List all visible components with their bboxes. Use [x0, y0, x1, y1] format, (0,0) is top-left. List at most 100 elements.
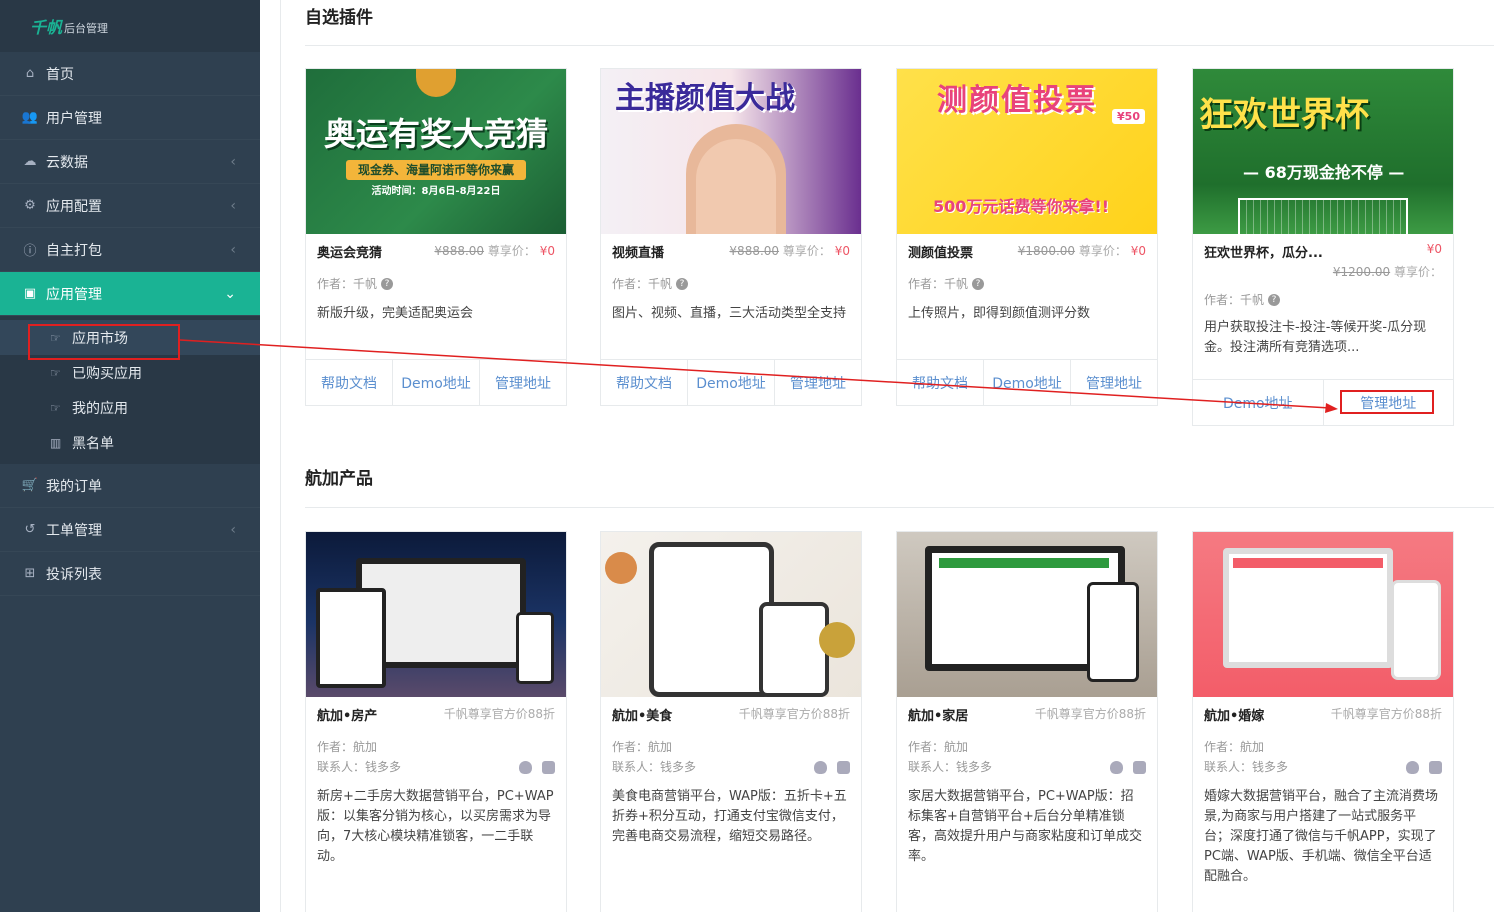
menu-tickets[interactable]: ↺ 工单管理 ‹: [0, 508, 260, 552]
product-author: 作者：航加: [908, 740, 969, 754]
plugin-author: 作者：千帆: [612, 277, 673, 291]
product-image[interactable]: [897, 532, 1157, 697]
menu-users[interactable]: 👥 用户管理: [0, 96, 260, 140]
vip-label: 尊享价：: [487, 244, 536, 258]
menu-label: 我的订单: [46, 478, 102, 495]
tablet-mockup: [316, 588, 386, 688]
submenu-label: 我的应用: [72, 400, 128, 417]
manage-link[interactable]: 管理地址: [1071, 360, 1157, 405]
portrait-face: [696, 139, 776, 234]
plugin-image-note: 活动时间：8月6日-8月22日: [371, 185, 501, 197]
submenu-app-market[interactable]: ☞ 应用市场: [0, 320, 260, 355]
manage-link[interactable]: 管理地址: [775, 360, 861, 405]
product-card: 航加•家居 千帆尊享官方价88折 作者：航加 联系人：钱多多 家居大数据营销平台，…: [896, 531, 1158, 912]
vip-label: 尊享价：: [1393, 265, 1442, 279]
vip-price: ¥0: [539, 244, 555, 258]
qq-icon[interactable]: [519, 760, 532, 774]
vip-price: ¥0: [1130, 244, 1146, 258]
plugin-image[interactable]: 测颜值投票 ¥50 500万元话费等你来拿!!: [897, 69, 1157, 234]
manage-link[interactable]: 管理地址: [480, 360, 566, 405]
phone-mockup: [1391, 580, 1441, 680]
menu-label: 应用管理: [46, 286, 102, 303]
qq-icon[interactable]: [1406, 760, 1419, 774]
logo-main: 千帆: [30, 18, 63, 37]
submenu-my-apps[interactable]: ☞ 我的应用: [0, 390, 260, 425]
plugin-name: 狂欢世界杯，瓜分...: [1204, 246, 1323, 261]
question-icon[interactable]: ?: [1268, 294, 1281, 306]
help-doc-link[interactable]: 帮助文档: [897, 360, 984, 405]
phone-icon[interactable]: [1429, 760, 1442, 774]
menu-label: 自主打包: [46, 242, 102, 259]
vip-price: ¥0: [1426, 242, 1442, 256]
product-contact: 联系人：钱多多: [1204, 760, 1289, 774]
qq-icon[interactable]: [1110, 760, 1123, 774]
help-doc-link[interactable]: 帮助文档: [601, 360, 688, 405]
old-price: ¥1200.00: [1332, 265, 1391, 279]
old-price: ¥1800.00: [1017, 244, 1076, 258]
phone-icon[interactable]: [1133, 760, 1146, 774]
goal-net: [1238, 198, 1408, 234]
question-icon[interactable]: ?: [972, 278, 985, 290]
menu-label: 工单管理: [46, 522, 102, 539]
plugin-image[interactable]: 奥运有奖大竞猜 现金券、海量阿诺币等你来赢 活动时间：8月6日-8月22日: [306, 69, 566, 234]
product-contact: 联系人：钱多多: [612, 760, 697, 774]
medal-icon: [416, 69, 456, 97]
sidebar: 千帆 后台管理 ⌂ 首页 👥 用户管理 ☁ 云数据 ‹ ⚙ 应用配置 ‹ ⓘ 自主打包 ‹ ▣ 应…: [0, 0, 260, 912]
food-image: [819, 622, 855, 658]
plugin-name: 测颜值投票: [908, 246, 974, 261]
demo-link[interactable]: Demo地址: [984, 360, 1071, 405]
plugin-card: 测颜值投票 ¥50 500万元话费等你来拿!! 测颜值投票 ¥1800.00 尊享…: [896, 68, 1158, 406]
submenu-app-manage: ☞ 应用市场 ☞ 已购买应用 ☞ 我的应用 ▥ 黑名单: [0, 316, 260, 464]
demo-link[interactable]: Demo地址: [688, 360, 775, 405]
food-image: [605, 552, 637, 584]
phone-mockup: [759, 602, 829, 697]
qq-icon[interactable]: [814, 760, 827, 774]
menu-self-package[interactable]: ⓘ 自主打包 ‹: [0, 228, 260, 272]
menu-app-config[interactable]: ⚙ 应用配置 ‹: [0, 184, 260, 228]
phone-icon[interactable]: [542, 760, 555, 774]
plugin-author: 作者：千帆: [1204, 293, 1265, 307]
section-title-products: 航加产品: [305, 469, 373, 489]
menu-app-manage[interactable]: ▣ 应用管理 ⌄: [0, 272, 260, 316]
old-price: ¥888.00: [434, 244, 485, 258]
plugin-image[interactable]: 主播颜值大战: [601, 69, 861, 234]
product-author: 作者：航加: [612, 740, 673, 754]
menu-cloud-data[interactable]: ☁ 云数据 ‹: [0, 140, 260, 184]
menu-complaints[interactable]: ⊞ 投诉列表: [0, 552, 260, 596]
chevron-left-icon: ‹: [230, 153, 236, 170]
phone-icon[interactable]: [837, 760, 850, 774]
plugin-card: 主播颜值大战 视频直播 ¥888.00 尊享价： ¥0 作者：千帆? 图片、视频、…: [600, 68, 862, 406]
product-image[interactable]: [1193, 532, 1453, 697]
plugin-author: 作者：千帆: [317, 277, 378, 291]
manage-link[interactable]: 管理地址: [1324, 380, 1454, 425]
product-desc: 美食电商营销平台，WAP版：五折卡+五折券+积分互动，打通支付宝微信支付，完善电…: [612, 789, 847, 844]
product-image[interactable]: [306, 532, 566, 697]
product-author: 作者：航加: [1204, 740, 1265, 754]
history-icon: ↺: [24, 522, 36, 537]
product-image[interactable]: [601, 532, 861, 697]
product-desc: 婚嫁大数据营销平台，融合了主流消费场景,为商家与用户搭建了一站式服务平台；深度打…: [1204, 789, 1439, 884]
product-name: 航加•房产: [317, 709, 378, 724]
product-name: 航加•美食: [612, 709, 673, 724]
question-icon[interactable]: ?: [381, 278, 394, 290]
question-icon[interactable]: ?: [676, 278, 689, 290]
demo-link[interactable]: Demo地址: [393, 360, 480, 405]
plus-square-icon: ⊞: [24, 566, 36, 581]
menu-home[interactable]: ⌂ 首页: [0, 52, 260, 96]
submenu-purchased[interactable]: ☞ 已购买应用: [0, 355, 260, 390]
menu-orders[interactable]: 🛒 我的订单: [0, 464, 260, 508]
plugin-desc: 图片、视频、直播，三大活动类型全支持: [612, 306, 847, 321]
product-discount: 千帆尊享官方价88折: [738, 707, 850, 721]
product-name: 航加•家居: [908, 709, 969, 724]
divider: [305, 45, 1494, 46]
help-doc-link[interactable]: 帮助文档: [306, 360, 393, 405]
plugin-actions: Demo地址 管理地址: [1193, 379, 1453, 425]
submenu-blacklist[interactable]: ▥ 黑名单: [0, 425, 260, 460]
plugin-image-title: 奥运有奖大竞猜: [323, 115, 548, 154]
menu-label: 云数据: [46, 154, 88, 171]
plugin-image[interactable]: 狂欢世界杯 — 68万现金抢不停 —: [1193, 69, 1453, 234]
product-card: 航加•房产 千帆尊享官方价88折 作者：航加 联系人：钱多多 新房+二手房大数据营…: [305, 531, 567, 912]
logo[interactable]: 千帆 后台管理: [0, 0, 260, 52]
demo-link[interactable]: Demo地址: [1193, 380, 1324, 425]
chevron-left-icon: ‹: [230, 521, 236, 538]
